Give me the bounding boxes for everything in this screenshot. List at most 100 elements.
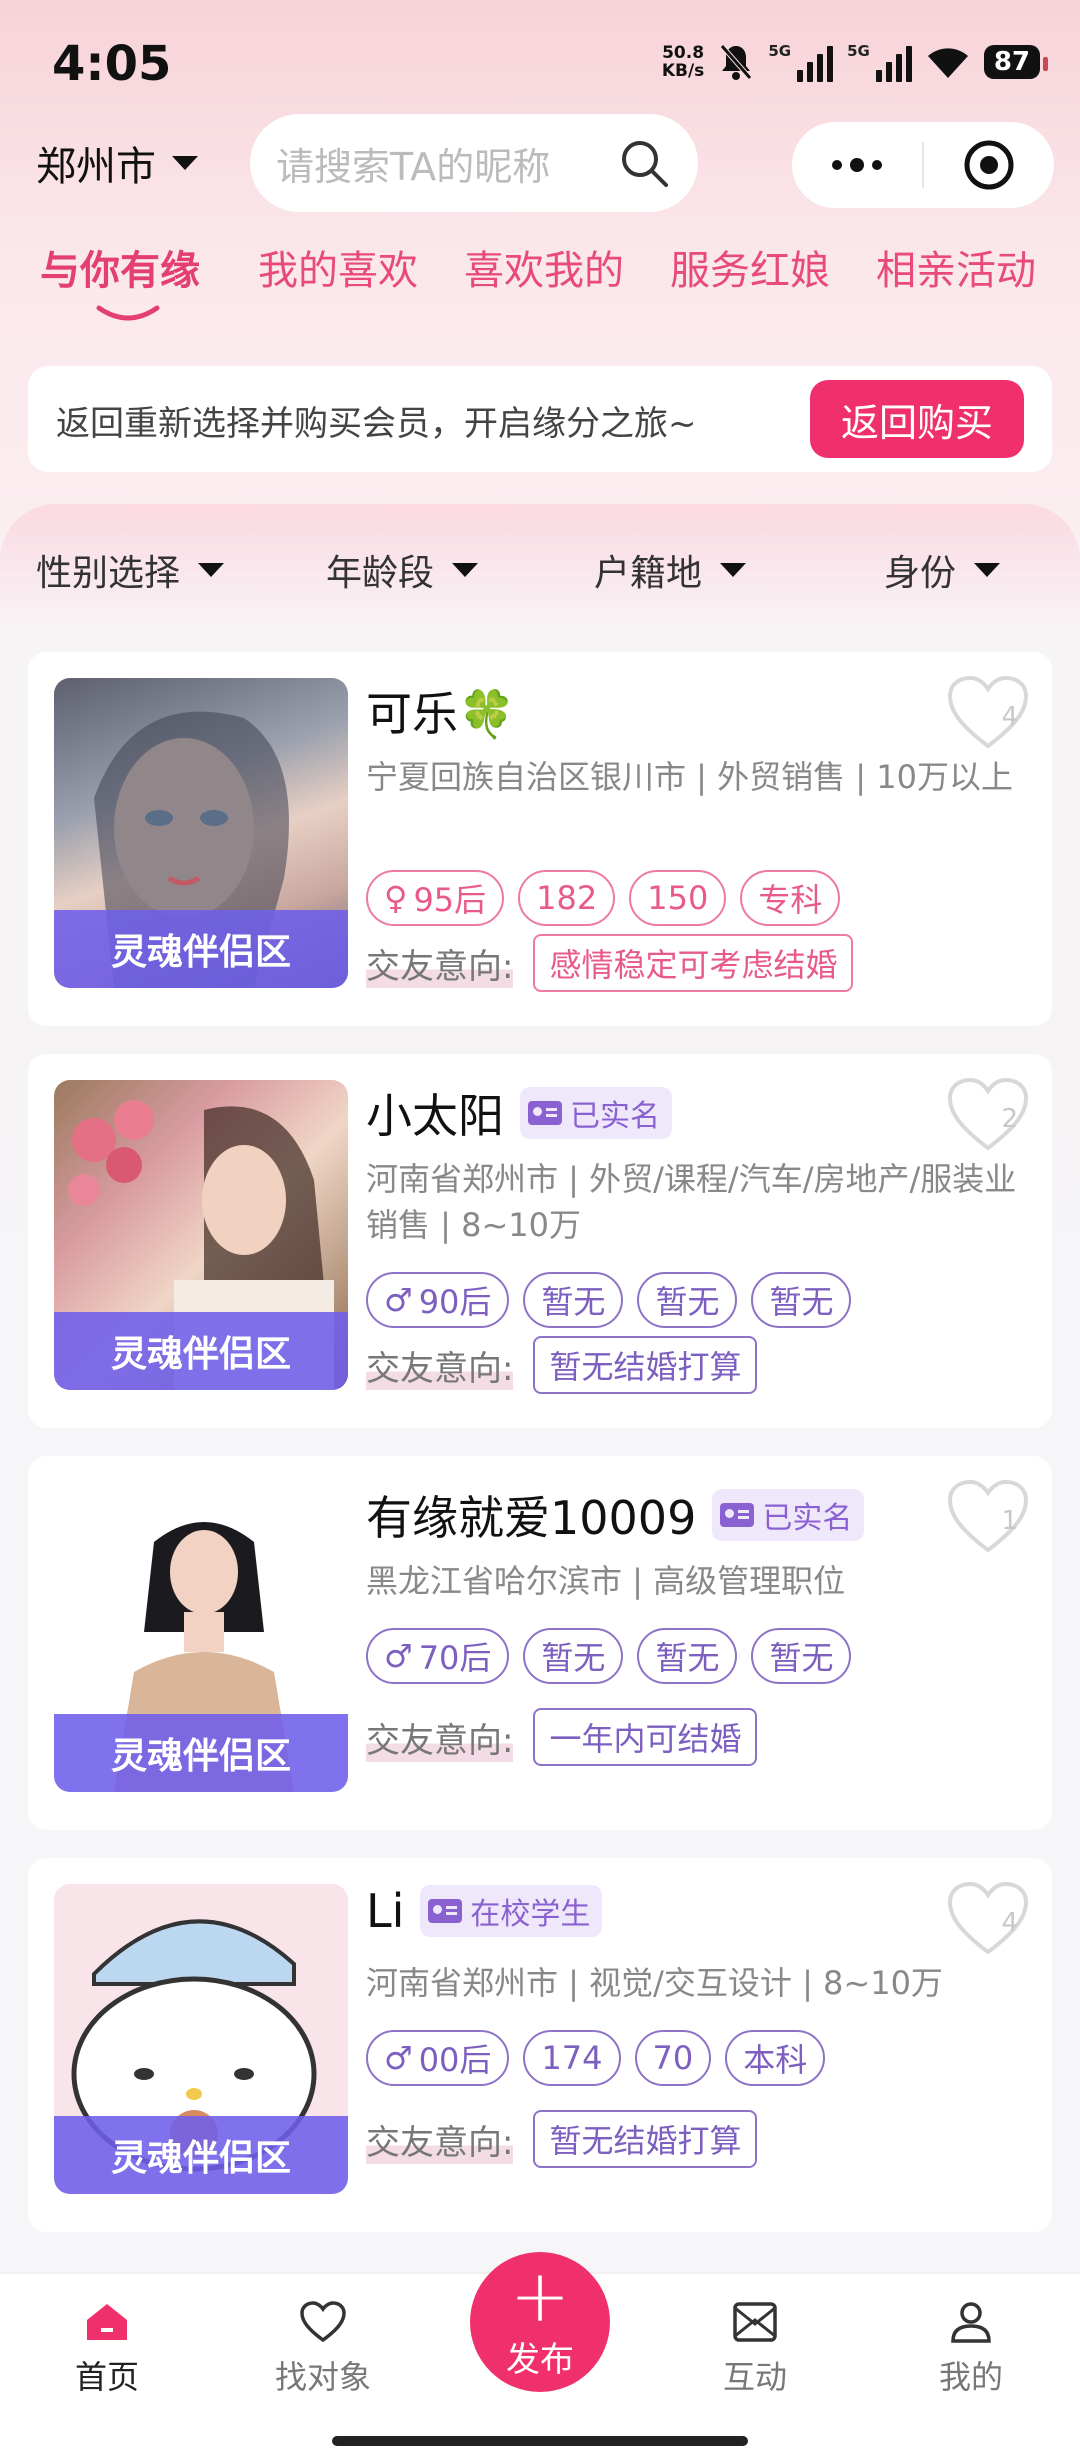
education-tag: 本科 — [725, 2030, 826, 2086]
profile-card[interactable]: 灵魂伴侣区 有缘就爱10009 已实名 黑龙江省哈尔滨市 | 高级管理职位 ♂ … — [28, 1456, 1052, 1830]
profile-name-text: Li — [366, 1884, 405, 1938]
chevron-down-icon — [974, 563, 1001, 577]
like-count: 2 — [1001, 1104, 1018, 1134]
height-tag: 174 — [523, 2030, 621, 2086]
filter-hometown-label: 户籍地 — [594, 553, 703, 594]
intent-value: 感情稳定可考虑结婚 — [533, 934, 854, 992]
status-time: 4:05 — [52, 36, 172, 92]
search-input[interactable]: 请搜索TA的昵称 — [250, 114, 698, 212]
dating-intent: 交友意向: 感情稳定可考虑结婚 — [366, 934, 854, 992]
weight-tag: 70 — [634, 2030, 712, 2086]
notice-text: 返回重新选择并购买会员，开启缘分之旅~ — [56, 404, 697, 444]
avatar[interactable]: 灵魂伴侣区 — [54, 1884, 348, 2194]
filter-age-label: 年龄段 — [326, 553, 435, 594]
filter-gender[interactable]: 性别选择 — [36, 544, 225, 596]
tab-events[interactable]: 相亲活动 — [876, 238, 1036, 296]
height-tag: 暂无 — [523, 1628, 624, 1684]
profile-card[interactable]: 灵魂伴侣区 可乐🍀 宁夏回族自治区银川市 | 外贸销售 | 10万以上 ♀ 95… — [28, 652, 1052, 1026]
dating-intent: 交友意向: 暂无结婚打算 — [366, 2110, 758, 2168]
intent-label: 交友意向: — [366, 1340, 514, 1390]
age-tag: ♀ 95后 — [366, 870, 505, 926]
signal-icon-2: 5G — [847, 42, 912, 82]
filter-gender-label: 性别选择 — [36, 553, 181, 594]
like-count: 1 — [1001, 1506, 1018, 1536]
nav-home[interactable]: 首页 — [32, 2300, 182, 2398]
close-miniapp-button[interactable] — [924, 122, 1054, 208]
badge-text: 在校学生 — [470, 1897, 591, 1932]
intent-label: 交友意向: — [366, 2114, 514, 2164]
filter-identity-label: 身份 — [884, 553, 957, 594]
badge-text: 已实名 — [570, 1099, 660, 1134]
battery-icon: 87 — [983, 45, 1049, 79]
net-speed-unit: KB/s — [661, 61, 705, 81]
education-tag: 暂无 — [751, 1272, 852, 1328]
verified-badge: 已实名 — [520, 1087, 672, 1139]
membership-notice: 返回重新选择并购买会员，开启缘分之旅~ 返回购买 — [28, 366, 1052, 472]
nav-find[interactable]: 找对象 — [248, 2300, 398, 2398]
dating-intent: 交友意向: 一年内可结婚 — [366, 1708, 758, 1766]
plus-icon: + — [509, 2253, 571, 2338]
like-count: 4 — [1001, 702, 1018, 732]
verified-badge: 已实名 — [712, 1489, 865, 1541]
female-icon: ♀ — [384, 879, 408, 917]
profile-desc: 河南省郑州市 | 视觉/交互设计 | 8~10万 — [366, 1964, 943, 2002]
tab-liked-me[interactable]: 喜欢我的 — [464, 238, 624, 296]
city-label: 郑州市 — [36, 144, 156, 190]
weight-tag: 暂无 — [637, 1628, 738, 1684]
net-speed: 50.8 KB/s — [662, 44, 704, 80]
intent-value: 一年内可结婚 — [533, 1708, 758, 1766]
age-tag: ♂ 90后 — [366, 1272, 510, 1328]
filter-identity[interactable]: 身份 — [884, 544, 1001, 596]
education-tag: 暂无 — [751, 1628, 852, 1684]
miniapp-capsule — [792, 122, 1054, 208]
profile-name: 可乐🍀 — [366, 678, 515, 744]
nav-interact[interactable]: 互动 — [680, 2300, 830, 2398]
tab-my-likes[interactable]: 我的喜欢 — [258, 238, 418, 296]
status-icons: 50.8 KB/s 5G 5G 87 — [662, 42, 1049, 82]
profile-desc: 黑龙江省哈尔滨市 | 高级管理职位 — [366, 1562, 846, 1600]
age-tag-text: 70后 — [418, 1639, 492, 1677]
nav-mine[interactable]: 我的 — [896, 2300, 1046, 2398]
search-placeholder: 请搜索TA的昵称 — [276, 144, 551, 189]
category-tabs: 与你有缘 我的喜欢 喜欢我的 服务红娘 相亲活动 — [0, 232, 1080, 322]
profile-name: 有缘就爱10009 已实名 — [366, 1482, 865, 1548]
more-dots-icon — [832, 158, 882, 172]
avatar[interactable]: 灵魂伴侣区 — [54, 678, 348, 988]
search-icon[interactable] — [616, 135, 672, 191]
signal-icon-1: 5G — [768, 42, 834, 82]
tab-fate[interactable]: 与你有缘 — [40, 238, 200, 296]
intent-value: 暂无结婚打算 — [533, 1336, 758, 1394]
id-card-icon — [428, 1899, 463, 1923]
profile-tags: ♂ 90后 暂无 暂无 暂无 — [366, 1272, 852, 1328]
tab-matchmaker[interactable]: 服务红娘 — [670, 238, 830, 296]
profile-tags: ♂ 00后 174 70 本科 — [366, 2030, 826, 2086]
weight-tag: 150 — [629, 870, 727, 926]
avatar[interactable]: 灵魂伴侣区 — [54, 1080, 348, 1390]
age-tag-text: 95后 — [413, 881, 487, 919]
chevron-down-icon — [172, 156, 198, 170]
male-icon: ♂ — [384, 1281, 413, 1319]
results-panel: 性别选择 年龄段 户籍地 身份 灵魂伴侣区 可乐🍀 宁夏回族自治区银川市 | 外… — [0, 504, 1080, 2264]
sim2-label: 5G — [847, 42, 870, 60]
city-selector[interactable]: 郑州市 — [36, 134, 198, 192]
avatar[interactable]: 灵魂伴侣区 — [54, 1482, 348, 1792]
profile-name-text: 有缘就爱10009 — [366, 1491, 697, 1545]
more-menu-button[interactable] — [792, 122, 922, 208]
profile-name-text: 可乐🍀 — [366, 687, 516, 741]
id-card-icon — [528, 1101, 562, 1125]
profile-card[interactable]: 灵魂伴侣区 Li 在校学生 河南省郑州市 | 视觉/交互设计 | 8~10万 ♂… — [28, 1858, 1052, 2232]
filter-age[interactable]: 年龄段 — [326, 544, 479, 596]
profile-card[interactable]: 灵魂伴侣区 小太阳 已实名 河南省郑州市 | 外贸/课程/汽车/房地产/服装业销… — [28, 1054, 1052, 1428]
zone-label: 灵魂伴侣区 — [54, 910, 348, 988]
dating-intent: 交友意向: 暂无结婚打算 — [366, 1336, 758, 1394]
filter-hometown[interactable]: 户籍地 — [594, 544, 747, 596]
age-tag-text: 90后 — [418, 1283, 492, 1321]
return-buy-button[interactable]: 返回购买 — [810, 380, 1024, 458]
profile-tags: ♂ 70后 暂无 暂无 暂无 — [366, 1628, 852, 1684]
home-icon — [87, 2304, 127, 2340]
id-card-icon — [720, 1503, 755, 1527]
publish-button[interactable]: + 发布 — [470, 2252, 610, 2392]
target-close-icon — [964, 140, 1014, 190]
profile-tags: ♀ 95后 182 150 专科 — [366, 870, 841, 926]
male-icon: ♂ — [384, 2039, 413, 2077]
